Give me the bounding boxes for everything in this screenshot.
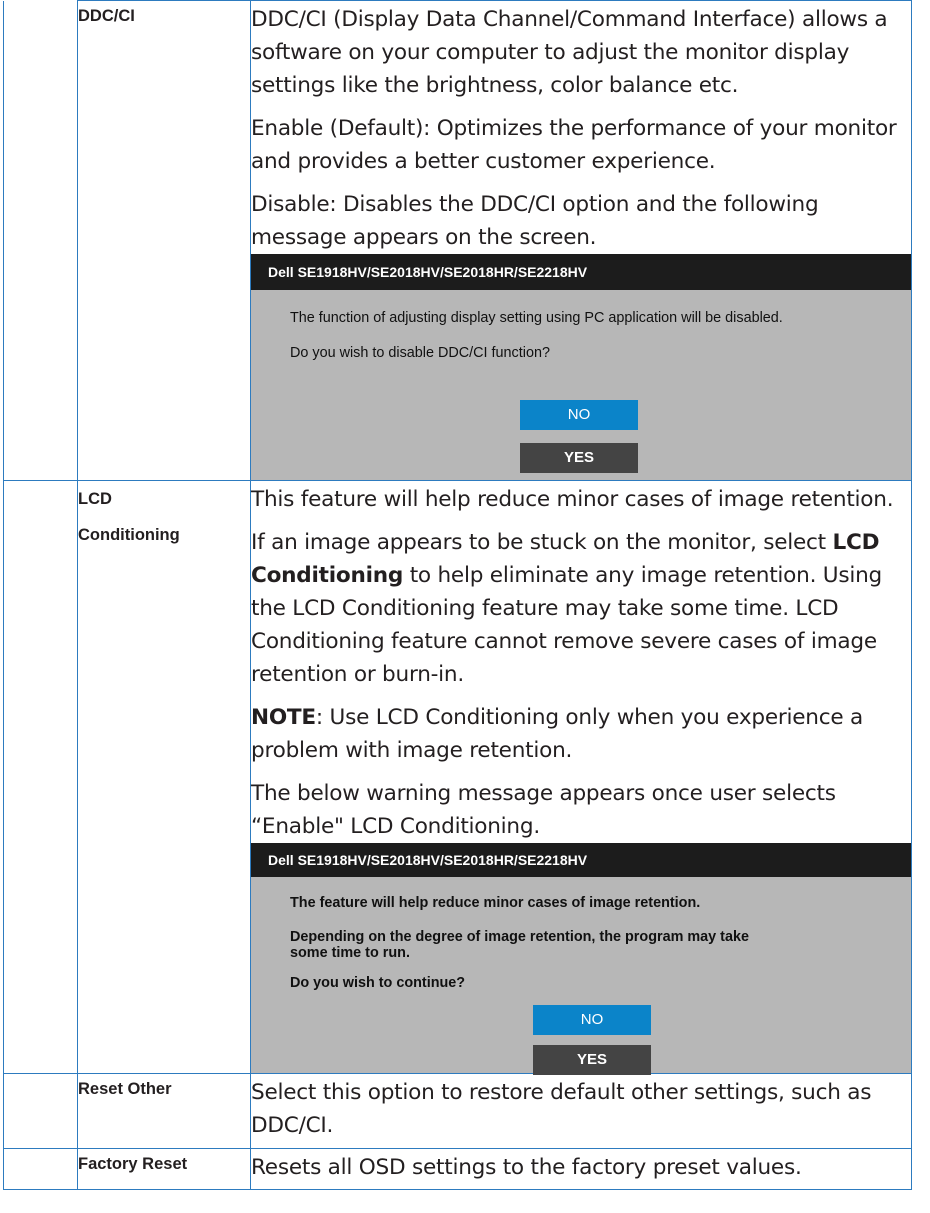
- dialog-message: The function of adjusting display settin…: [290, 310, 783, 326]
- yes-button[interactable]: YES: [520, 443, 638, 473]
- description-paragraph: Resets all OSD settings to the factory p…: [251, 1155, 802, 1180]
- setting-label-cell: Reset Other: [77, 1073, 251, 1149]
- setting-description-cell: DDC/CI (Display Data Channel/Command Int…: [250, 0, 912, 481]
- no-button[interactable]: NO: [533, 1005, 651, 1035]
- setting-label: DDC/CI: [78, 7, 135, 25]
- indent-cell: [3, 1148, 78, 1190]
- dialog-body: The feature will help reduce minor cases…: [251, 877, 911, 1075]
- note-paragraph: NOTE: Use LCD Conditioning only when you…: [251, 705, 863, 763]
- setting-label: Factory Reset: [78, 1155, 188, 1173]
- table-row-lcd-conditioning: LCD Conditioning This feature will help …: [3, 480, 912, 1075]
- setting-label-cell: Factory Reset: [77, 1148, 251, 1190]
- description-paragraph: This feature will help reduce minor case…: [251, 487, 894, 512]
- yes-button[interactable]: YES: [533, 1045, 651, 1075]
- note-label: NOTE: [251, 705, 316, 730]
- manual-page: DDC/CI DDC/CI (Display Data Channel/Comm…: [0, 0, 930, 1213]
- setting-label-cell: DDC/CI: [77, 0, 251, 481]
- setting-label: LCD Conditioning: [78, 490, 180, 544]
- setting-description-cell: Select this option to restore default ot…: [250, 1073, 912, 1149]
- dialog-body: The function of adjusting display settin…: [251, 290, 911, 480]
- description-paragraph: DDC/CI (Display Data Channel/Command Int…: [251, 7, 888, 98]
- setting-description-cell: Resets all OSD settings to the factory p…: [250, 1148, 912, 1190]
- description-paragraph: The below warning message appears once u…: [251, 781, 836, 839]
- settings-table: DDC/CI DDC/CI (Display Data Channel/Comm…: [3, 0, 912, 1190]
- description-paragraph: Select this option to restore default ot…: [251, 1080, 872, 1138]
- description-paragraph: Disable: Disables the DDC/CI option and …: [251, 192, 819, 250]
- setting-label: Reset Other: [78, 1080, 172, 1098]
- indent-cell: [3, 0, 78, 481]
- ddcci-warning-dialog: Dell SE1918HV/SE2018HV/SE2018HR/SE2218HV…: [251, 254, 911, 480]
- indent-cell: [3, 480, 78, 1074]
- description-paragraph: If an image appears to be stuck on the m…: [251, 530, 882, 687]
- indent-cell: [3, 1073, 78, 1149]
- no-button[interactable]: NO: [520, 400, 638, 430]
- dialog-message: Depending on the degree of image retenti…: [290, 929, 749, 945]
- dialog-question: Do you wish to continue?: [290, 975, 466, 991]
- dialog-title-bar: Dell SE1918HV/SE2018HV/SE2018HR/SE2218HV: [251, 254, 911, 290]
- description-paragraph: Enable (Default): Optimizes the performa…: [251, 116, 897, 174]
- setting-description-cell: This feature will help reduce minor case…: [250, 480, 912, 1075]
- dialog-message: some time to run.: [290, 945, 410, 961]
- dialog-question: Do you wish to disable DDC/CI function?: [290, 345, 550, 361]
- table-row-ddcci: DDC/CI DDC/CI (Display Data Channel/Comm…: [3, 0, 912, 481]
- lcd-conditioning-warning-dialog: Dell SE1918HV/SE2018HV/SE2018HR/SE2218HV…: [251, 843, 911, 1075]
- table-row-reset-other: Reset Other Select this option to restor…: [3, 1073, 912, 1149]
- table-row-factory-reset: Factory Reset Resets all OSD settings to…: [3, 1148, 912, 1190]
- dialog-message: The feature will help reduce minor cases…: [290, 895, 701, 911]
- setting-label-cell: LCD Conditioning: [77, 480, 251, 1074]
- dialog-title-bar: Dell SE1918HV/SE2018HV/SE2018HR/SE2218HV: [251, 843, 911, 877]
